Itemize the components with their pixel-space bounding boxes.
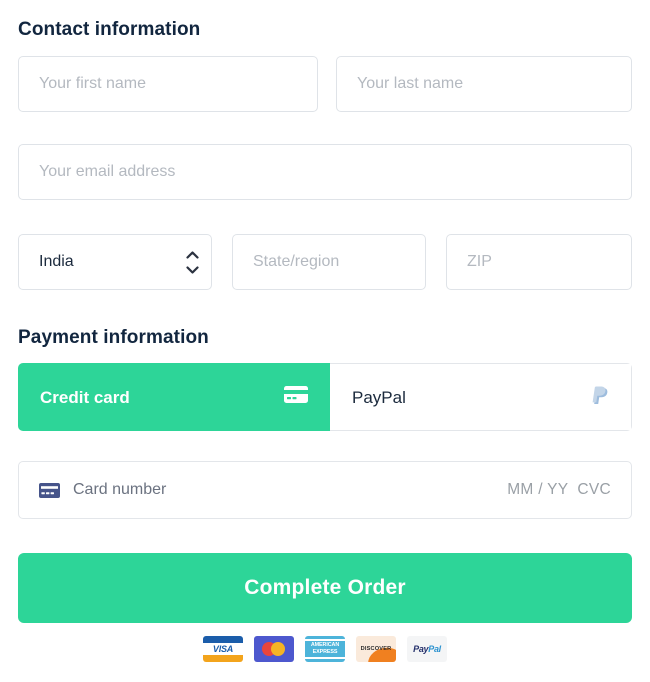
amex-logo-line1: AMERICAN (310, 642, 340, 648)
last-name-placeholder: Your last name (357, 75, 464, 92)
first-name-input[interactable]: Your first name (18, 56, 318, 112)
amex-logo-line2: EXPRESS (312, 649, 338, 655)
accepted-payment-logos: VISA AMERICAN EXPRESS DISCOVER PayPal (0, 636, 650, 662)
amex-logo-icon: AMERICAN EXPRESS (305, 636, 345, 662)
visa-logo-text: VISA (212, 644, 234, 654)
last-name-input[interactable]: Your last name (336, 56, 632, 112)
email-placeholder: Your email address (39, 163, 176, 180)
tab-paypal-label: PayPal (352, 387, 406, 407)
first-name-placeholder: Your first name (39, 75, 147, 92)
discover-logo-text: DISCOVER (360, 646, 392, 652)
payment-information-heading: Payment information (18, 327, 209, 348)
card-number-input[interactable]: Card number MM / YY CVC (18, 461, 632, 519)
paypal-logo-text-a: Pay (413, 644, 429, 654)
country-select-value: India (39, 253, 74, 270)
tab-credit-card-label: Credit card (40, 387, 130, 407)
credit-card-icon (284, 386, 308, 408)
credit-card-icon (39, 482, 60, 498)
checkout-form: Contact information Your first name Your… (0, 0, 650, 682)
tab-paypal[interactable]: PayPal (330, 363, 632, 431)
contact-information-heading: Contact information (18, 19, 201, 40)
payment-method-tabs: Credit card PayPal (18, 363, 632, 431)
email-input[interactable]: Your email address (18, 144, 632, 200)
state-region-placeholder: State/region (253, 253, 340, 270)
paypal-icon (592, 385, 609, 410)
country-select[interactable]: India (18, 234, 212, 290)
card-number-placeholder: Card number (73, 481, 167, 498)
visa-logo-icon: VISA (203, 636, 243, 662)
zip-placeholder: ZIP (467, 253, 492, 270)
paypal-logo-icon: PayPal (407, 636, 447, 662)
stepper-chevrons-icon[interactable] (183, 250, 201, 274)
card-expiry-cvc-placeholder: MM / YY CVC (507, 481, 611, 498)
mastercard-logo-icon (254, 636, 294, 662)
complete-order-button[interactable]: Complete Order (18, 553, 632, 623)
tab-credit-card[interactable]: Credit card (18, 363, 330, 431)
zip-input[interactable]: ZIP (446, 234, 632, 290)
state-region-input[interactable]: State/region (232, 234, 426, 290)
discover-logo-icon: DISCOVER (356, 636, 396, 662)
paypal-logo-text-b: Pal (428, 644, 441, 654)
